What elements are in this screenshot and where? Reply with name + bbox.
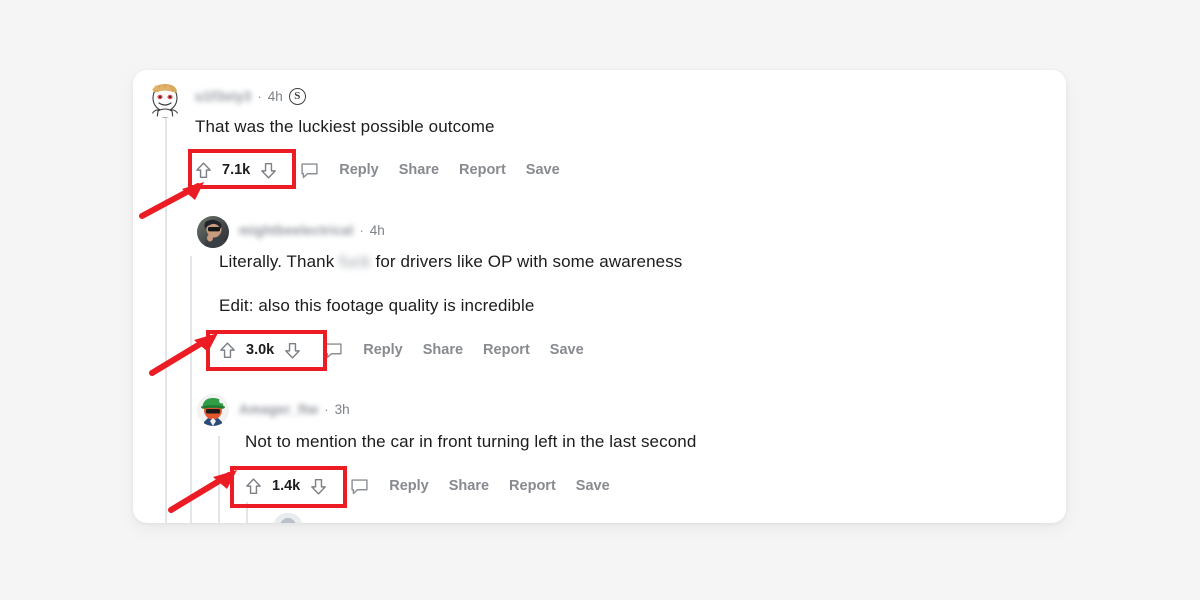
comment-3-score: 1.4k	[272, 478, 301, 494]
reddit-award-badge-icon[interactable]: S	[288, 87, 306, 105]
comment-1-share-button[interactable]: Share	[399, 162, 439, 178]
comment-1-vote-group: 7.1k	[194, 161, 278, 180]
avatar-partial-art	[273, 513, 303, 523]
avatar-cartoon-green-hat-art	[197, 394, 229, 426]
comment-2: mightbeelectrical · 4h Literally. Thank …	[133, 212, 1066, 392]
upvote-arrow-icon[interactable]	[244, 477, 263, 496]
avatar-photo-sunglasses-art	[197, 216, 229, 248]
comment-2-report-button[interactable]: Report	[483, 342, 530, 358]
comment-2-timestamp: 4h	[369, 222, 385, 238]
meta-separator-dot: ·	[324, 401, 329, 417]
comment-1-meta: u1f3sty3 · 4h S	[195, 87, 306, 105]
comment-bubble-icon[interactable]	[324, 341, 343, 360]
comment-1-save-button[interactable]: Save	[526, 162, 560, 178]
comment-3: Amager_ftw · 3h Not to mention the car i…	[133, 392, 1066, 512]
comment-3-timestamp: 3h	[334, 401, 350, 417]
comment-2-censored-word: fuck	[339, 252, 371, 271]
avatar-cartoon-blond[interactable]	[145, 78, 185, 118]
avatar-cartoon-green-hat[interactable]	[197, 394, 229, 426]
screenshot-stage: u1f3sty3 · 4h S That was the luckiest po…	[0, 0, 1200, 600]
comment-3-username[interactable]: Amager_ftw	[239, 402, 318, 417]
comment-3-share-button[interactable]: Share	[449, 478, 489, 494]
meta-separator-dot: ·	[257, 88, 262, 104]
comment-3-meta: Amager_ftw · 3h	[239, 400, 350, 418]
comment-2-username[interactable]: mightbeelectrical	[239, 223, 353, 238]
comment-2-save-button[interactable]: Save	[550, 342, 584, 358]
comment-2-vote-group: 3.0k	[218, 341, 302, 360]
comment-1: u1f3sty3 · 4h S That was the luckiest po…	[133, 70, 1066, 210]
comment-3-action-bar: 1.4k Reply Share Report Save	[244, 473, 610, 499]
comment-2-reply-button[interactable]: Reply	[363, 342, 403, 358]
comment-thread-card: u1f3sty3 · 4h S That was the luckiest po…	[133, 70, 1066, 523]
meta-separator-dot: ·	[359, 222, 364, 238]
comment-1-reply-button[interactable]: Reply	[339, 162, 379, 178]
downvote-arrow-icon[interactable]	[283, 341, 302, 360]
comment-1-action-bar: 7.1k Reply Share Report Save	[194, 157, 560, 183]
comment-1-score: 7.1k	[222, 162, 251, 178]
comment-2-text-after: for drivers like OP with some awareness	[370, 252, 683, 271]
comment-1-body: That was the luckiest possible outcome	[195, 117, 495, 136]
comment-1-report-button[interactable]: Report	[459, 162, 506, 178]
comment-1-timestamp: 4h	[267, 88, 283, 104]
upvote-arrow-icon[interactable]	[218, 341, 237, 360]
comment-2-score: 3.0k	[246, 342, 275, 358]
comment-bubble-icon[interactable]	[300, 161, 319, 180]
downvote-arrow-icon[interactable]	[259, 161, 278, 180]
comment-3-vote-group: 1.4k	[244, 477, 328, 496]
comment-2-share-button[interactable]: Share	[423, 342, 463, 358]
comment-2-body-line-1: Literally. Thank fuck for drivers like O…	[219, 252, 682, 272]
comment-4-partial-avatar[interactable]	[273, 513, 303, 523]
upvote-arrow-icon[interactable]	[194, 161, 213, 180]
comment-3-body: Not to mention the car in front turning …	[245, 432, 697, 451]
avatar-cartoon-blond-art	[145, 78, 185, 118]
comment-2-meta: mightbeelectrical · 4h	[239, 221, 385, 239]
comment-2-body-line-2: Edit: also this footage quality is incre…	[219, 296, 535, 315]
comment-2-action-bar: 3.0k Reply Share Report Save	[218, 337, 584, 363]
avatar-photo-sunglasses[interactable]	[197, 216, 229, 248]
comment-3-reply-button[interactable]: Reply	[389, 478, 429, 494]
comment-1-username[interactable]: u1f3sty3	[195, 89, 251, 104]
comment-3-report-button[interactable]: Report	[509, 478, 556, 494]
downvote-arrow-icon[interactable]	[309, 477, 328, 496]
comment-bubble-icon[interactable]	[350, 477, 369, 496]
comment-2-text-before: Literally. Thank	[219, 252, 340, 271]
comment-3-save-button[interactable]: Save	[576, 478, 610, 494]
